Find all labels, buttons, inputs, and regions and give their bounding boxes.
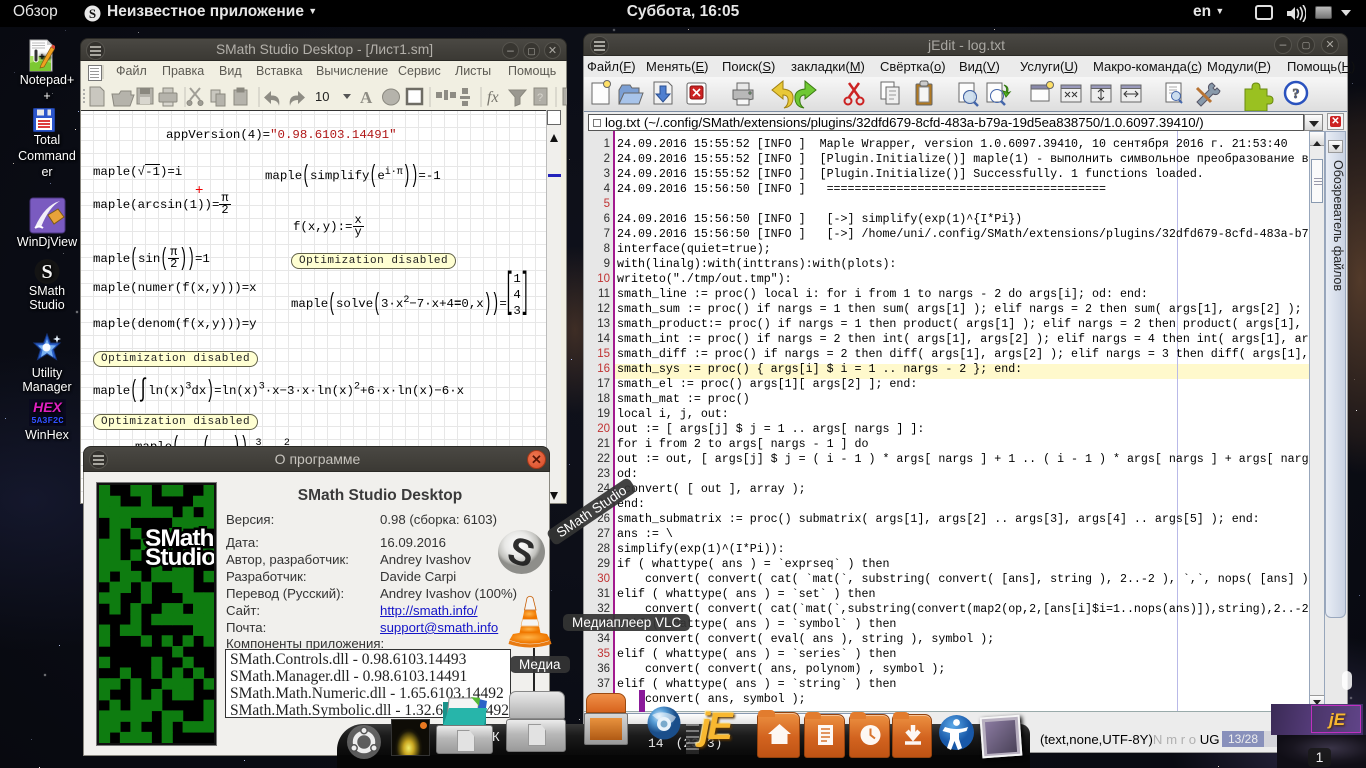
svg-text:HEX: HEX (33, 399, 63, 415)
svg-text:S: S (89, 6, 96, 21)
svg-text:fx: fx (487, 89, 499, 106)
svg-text:S: S (41, 261, 52, 283)
svg-text:?: ? (1293, 87, 1300, 102)
svg-text:10: 10 (315, 89, 329, 104)
svg-text:A: A (360, 88, 373, 107)
svg-text:?: ? (537, 92, 543, 104)
svg-text:5A3F2C: 5A3F2C (31, 416, 64, 426)
